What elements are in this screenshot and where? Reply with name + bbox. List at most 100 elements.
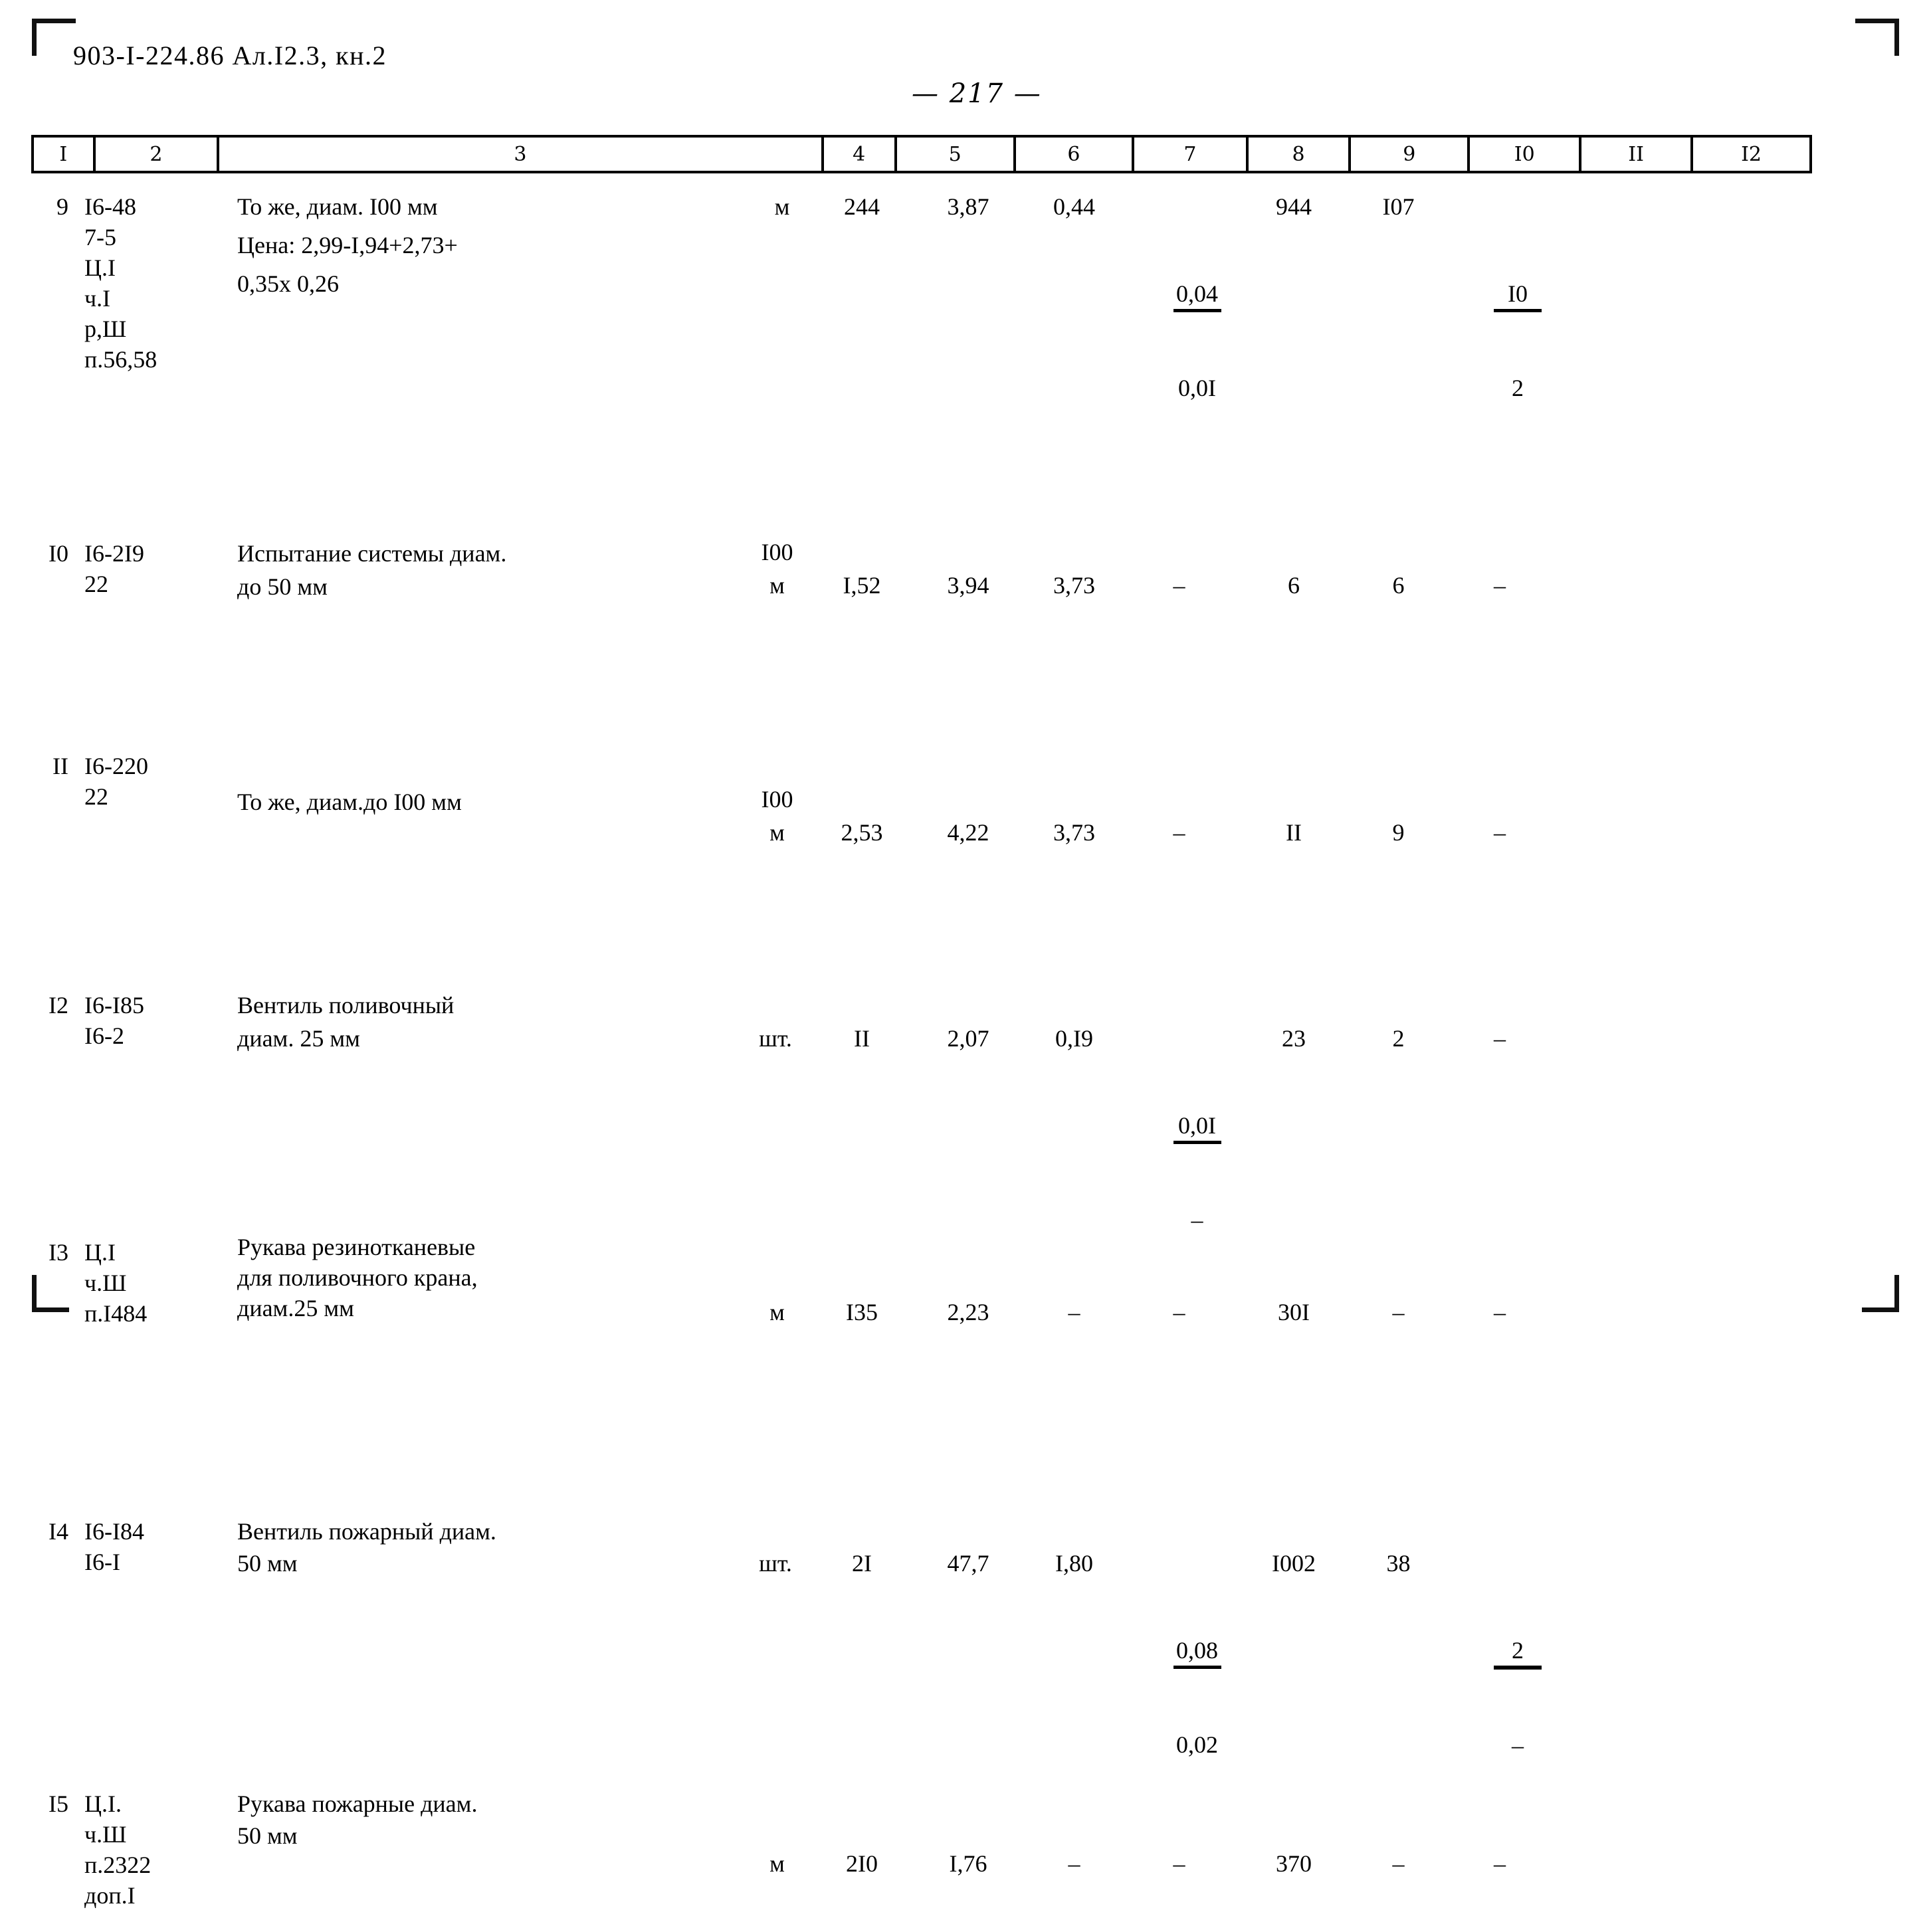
row-reference: I6-I85 I6-2 — [84, 992, 144, 1049]
row-col11: – — [1494, 1299, 1506, 1325]
row-description-line-2: Цена: 2,99-I,94+2,73+ — [237, 232, 458, 258]
crop-mark-top-left — [32, 19, 76, 56]
row-unit: шт. — [759, 1025, 792, 1052]
row-reference: I6-2I9 22 — [84, 540, 144, 597]
row-col10: 9 — [1392, 819, 1405, 846]
row-description-line-3: диам.25 мм — [237, 1295, 354, 1321]
fraction-denominator: – — [1512, 1732, 1524, 1759]
row-col10: 2 — [1392, 1025, 1405, 1052]
row-col7: 0,44 — [1053, 193, 1095, 220]
row-reference: Ц.I. ч.Ш п.2322 доп.I — [84, 1790, 152, 1909]
row-col9: 23 — [1282, 1025, 1306, 1052]
row-col11: – — [1494, 1850, 1506, 1877]
row-col6: I,76 — [949, 1850, 987, 1877]
fraction-denominator: 2 — [1512, 375, 1524, 401]
row-number: I3 — [49, 1239, 68, 1266]
row-unit: м — [769, 1850, 785, 1877]
row-col8: – — [1173, 572, 1185, 599]
row-col9: 370 — [1276, 1850, 1312, 1877]
row-col7: I,80 — [1055, 1550, 1093, 1577]
row-description-line-2: для поливочного крана, — [237, 1264, 478, 1291]
row-description-line-2: диам. 25 мм — [237, 1025, 360, 1052]
row-col6: 3,94 — [947, 572, 989, 599]
row-col5: I,52 — [843, 572, 881, 599]
column-header-10: I0 — [1467, 135, 1582, 173]
row-col6: 3,87 — [947, 193, 989, 220]
row-unit: м — [769, 1299, 785, 1325]
row-col10: – — [1392, 1850, 1405, 1877]
column-header-7: 7 — [1132, 135, 1249, 173]
row-col11: – — [1494, 572, 1506, 599]
row-col10: I07 — [1382, 193, 1415, 220]
row-col8: – — [1173, 1850, 1185, 1877]
row-description-line-1: Испытание системы диам. — [237, 540, 507, 567]
row-description-line-1: Рукава резинотканевые — [237, 1234, 476, 1260]
row-col6: 2,23 — [947, 1299, 989, 1325]
row-description-line-1: Рукава пожарные диам. — [237, 1790, 478, 1817]
row-col7: – — [1068, 1299, 1080, 1325]
row-description-line-1: Вентиль пожарный диам. — [237, 1518, 496, 1545]
column-header-3: 3 — [217, 135, 824, 173]
column-header-4: 4 — [821, 135, 897, 173]
table-row: I4 I6-I84 I6-I Вентиль пожарный диам. 50… — [31, 1507, 1812, 1759]
column-header-11: II — [1579, 135, 1694, 173]
row-reference: I6-48 7-5 Ц.I ч.I р,Ш п.56,58 — [84, 193, 157, 373]
table-row: I0 I6-2I9 22 Испытание системы диам. до … — [31, 517, 1812, 630]
row-unit: шт. — [759, 1550, 792, 1577]
row-col5: 2,53 — [841, 819, 883, 846]
row-description-line-1: Вентиль поливочный — [237, 992, 455, 1018]
row-col9: 944 — [1276, 193, 1312, 220]
row-col11: I0 2 — [1450, 190, 1550, 492]
table-row: II I6-220 22 То же, диам.до I00 мм I00 м… — [31, 743, 1812, 862]
row-number: I0 — [49, 540, 68, 567]
row-col10: 6 — [1392, 572, 1405, 599]
row-col5: 2I0 — [846, 1850, 878, 1877]
fraction-numerator: 2 — [1494, 1636, 1542, 1670]
column-header-5: 5 — [894, 135, 1016, 173]
table-row: I3 Ц.I ч.Ш п.I484 Рукава резинотканевые … — [31, 1228, 1812, 1367]
row-number: I2 — [49, 992, 68, 1018]
fraction-numerator: 0,04 — [1173, 279, 1221, 312]
row-col5: 244 — [844, 193, 880, 220]
row-description-line-2: 50 мм — [237, 1550, 298, 1577]
column-header-row: I 2 3 4 5 6 7 8 9 I0 II I2 — [31, 135, 1812, 173]
row-col8: – — [1173, 819, 1185, 846]
row-col10: – — [1392, 1299, 1405, 1325]
column-header-8: 8 — [1245, 135, 1352, 173]
fraction-col11: I0 2 — [1494, 221, 1542, 461]
row-reference: Ц.I ч.Ш п.I484 — [84, 1239, 148, 1327]
row-col8: – — [1173, 1299, 1185, 1325]
row-description-line-2: 50 мм — [237, 1822, 298, 1849]
row-col11: – — [1494, 1025, 1506, 1052]
table-row: I5 Ц.I. ч.Ш п.2322 доп.I Рукава пожарные… — [31, 1779, 1812, 1932]
row-description-line-2: до 50 мм — [237, 573, 328, 600]
row-col7: – — [1068, 1850, 1080, 1877]
column-header-table: I 2 3 4 5 6 7 8 9 I0 II I2 — [31, 135, 1812, 173]
table-row: I2 I6-I85 I6-2 Вентиль поливочный диам. … — [31, 982, 1812, 1233]
row-unit-multiplier: I00 — [761, 786, 793, 813]
row-col6: 2,07 — [947, 1025, 989, 1052]
row-col6: 47,7 — [947, 1550, 989, 1577]
fraction-numerator: I0 — [1494, 279, 1542, 312]
row-col10: 38 — [1386, 1550, 1411, 1577]
row-col8: 0,04 0,0I — [1124, 190, 1234, 492]
row-col7: 3,73 — [1053, 572, 1095, 599]
row-reference: I6-I84 I6-I — [84, 1518, 144, 1575]
page-number: — 217 — — [912, 78, 1042, 109]
column-header-6: 6 — [1013, 135, 1135, 173]
table-row: 9 I6-48 7-5 Ц.I ч.I р,Ш п.56,58 То же, д… — [31, 178, 1812, 401]
row-number: II — [52, 753, 68, 779]
column-header-1: I — [31, 135, 96, 173]
crop-mark-bottom-right — [1855, 1275, 1899, 1312]
row-unit: м — [769, 819, 785, 846]
row-col5: 2I — [852, 1550, 872, 1577]
table-header-band: I 2 3 4 5 6 7 8 9 I0 II I2 — [31, 135, 1812, 173]
row-col5: II — [854, 1025, 870, 1052]
row-col7: 0,I9 — [1055, 1025, 1093, 1052]
crop-mark-top-right — [1855, 19, 1899, 56]
column-header-12: I2 — [1690, 135, 1812, 173]
row-col9: II — [1286, 819, 1302, 846]
fraction-numerator: 0,08 — [1173, 1636, 1221, 1669]
row-description-line-3: 0,35х 0,26 — [237, 270, 339, 297]
row-col7: 3,73 — [1053, 819, 1095, 846]
